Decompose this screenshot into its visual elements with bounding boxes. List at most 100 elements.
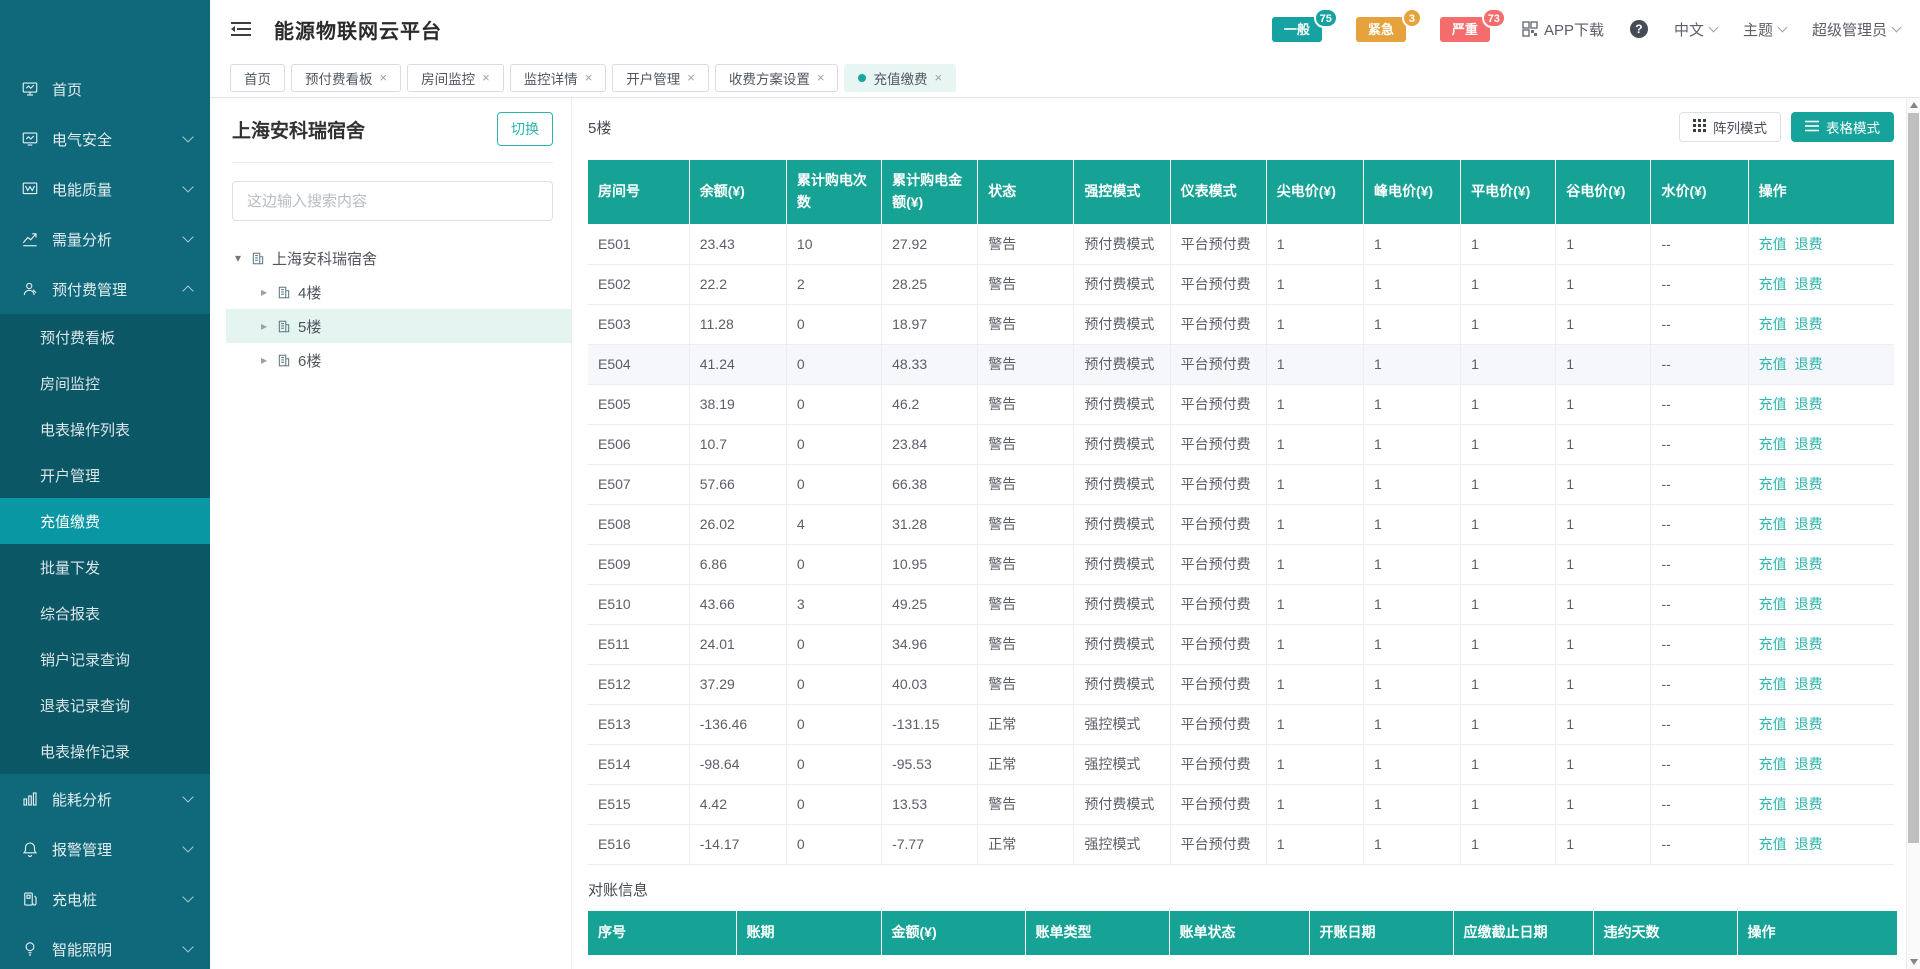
alarm-badge-urgent[interactable]: 紧急3	[1356, 17, 1406, 42]
recharge-link[interactable]: 充值	[1759, 836, 1787, 852]
cell-peak_price: 1	[1363, 344, 1460, 384]
tree-node-上海安科瑞宿舍[interactable]: ▾上海安科瑞宿舍	[226, 241, 571, 275]
recharge-link[interactable]: 充值	[1759, 796, 1787, 812]
sidebar-item-报警管理[interactable]: 报警管理	[0, 824, 210, 874]
refund-link[interactable]: 退费	[1795, 596, 1823, 612]
refund-link[interactable]: 退费	[1795, 716, 1823, 732]
sidebar-subitem-电表操作列表[interactable]: 电表操作列表	[0, 406, 210, 452]
tab-开户管理[interactable]: 开户管理×	[612, 64, 709, 92]
recharge-link[interactable]: 充值	[1759, 556, 1787, 572]
recharge-link[interactable]: 充值	[1759, 316, 1787, 332]
refund-link[interactable]: 退费	[1795, 276, 1823, 292]
sidebar-item-充电桩[interactable]: 充电桩	[0, 874, 210, 924]
sidebar-item-能耗分析[interactable]: 能耗分析	[0, 774, 210, 824]
refund-link[interactable]: 退费	[1795, 516, 1823, 532]
recharge-link[interactable]: 充值	[1759, 596, 1787, 612]
tab-预付费看板[interactable]: 预付费看板×	[291, 64, 401, 92]
sidebar-subitem-充值缴费[interactable]: 充值缴费	[0, 498, 210, 544]
sidebar-subitem-电表操作记录[interactable]: 电表操作记录	[0, 728, 210, 774]
switch-site-button[interactable]: 切换	[497, 112, 553, 146]
tree-node-4楼[interactable]: ▸4楼	[226, 275, 571, 309]
cell-balance: 22.2	[689, 264, 786, 304]
caret-right-icon[interactable]: ▸	[258, 319, 270, 333]
close-tab-icon[interactable]: ×	[934, 71, 942, 84]
sidebar-item-预付费管理[interactable]: 预付费管理	[0, 264, 210, 314]
scroll-down-arrow[interactable]	[1907, 955, 1920, 969]
sidebar-subitem-销户记录查询[interactable]: 销户记录查询	[0, 636, 210, 682]
sidebar-subitem-开户管理[interactable]: 开户管理	[0, 452, 210, 498]
close-tab-icon[interactable]: ×	[585, 71, 593, 84]
tab-监控详情[interactable]: 监控详情×	[510, 64, 607, 92]
sidebar-item-电气安全[interactable]: 电气安全	[0, 114, 210, 164]
refund-link[interactable]: 退费	[1795, 636, 1823, 652]
refund-link[interactable]: 退费	[1795, 396, 1823, 412]
help-icon[interactable]: ?	[1630, 20, 1648, 38]
recharge-link[interactable]: 充值	[1759, 716, 1787, 732]
sidebar-item-首页[interactable]: 首页	[0, 64, 210, 114]
cell-valley_price: 1	[1556, 664, 1651, 704]
close-tab-icon[interactable]: ×	[687, 71, 695, 84]
sidebar-item-需量分析[interactable]: 需量分析	[0, 214, 210, 264]
recharge-link[interactable]: 充值	[1759, 676, 1787, 692]
recharge-link[interactable]: 充值	[1759, 516, 1787, 532]
tree-search-input[interactable]	[232, 181, 553, 221]
user-menu[interactable]: 超级管理员	[1812, 19, 1900, 40]
refund-link[interactable]: 退费	[1795, 756, 1823, 772]
tree-node-5楼[interactable]: ▸5楼	[226, 309, 571, 343]
recharge-link[interactable]: 充值	[1759, 756, 1787, 772]
recharge-link[interactable]: 充值	[1759, 276, 1787, 292]
tab-首页[interactable]: 首页	[230, 64, 285, 92]
refund-link[interactable]: 退费	[1795, 356, 1823, 372]
tab-房间监控[interactable]: 房间监控×	[407, 64, 504, 92]
refund-link[interactable]: 退费	[1795, 796, 1823, 812]
collapse-menu-icon[interactable]	[230, 20, 252, 38]
recharge-link[interactable]: 充值	[1759, 396, 1787, 412]
language-selector[interactable]: 中文	[1674, 19, 1717, 40]
caret-right-icon[interactable]: ▸	[258, 285, 270, 299]
recharge-link[interactable]: 充值	[1759, 476, 1787, 492]
recharge-link[interactable]: 充值	[1759, 436, 1787, 452]
scrollbar-thumb[interactable]	[1908, 113, 1919, 843]
tab-label: 充值缴费	[873, 68, 927, 88]
caret-down-icon[interactable]: ▾	[232, 251, 244, 265]
close-tab-icon[interactable]: ×	[482, 71, 490, 84]
grid-mode-button[interactable]: 阵列模式	[1679, 112, 1781, 142]
alarm-badge-general[interactable]: 一般75	[1272, 17, 1322, 42]
cell-status: 警告	[978, 544, 1074, 584]
sidebar-item-智能照明[interactable]: 智能照明	[0, 924, 210, 969]
refund-link[interactable]: 退费	[1795, 676, 1823, 692]
alarm-badge-critical[interactable]: 严重73	[1440, 17, 1490, 42]
sidebar-subitem-房间监控[interactable]: 房间监控	[0, 360, 210, 406]
cell-control_mode: 预付费模式	[1074, 344, 1170, 384]
refund-link[interactable]: 退费	[1795, 476, 1823, 492]
tab-充值缴费[interactable]: 充值缴费 ×	[844, 64, 956, 92]
scroll-up-arrow[interactable]	[1907, 98, 1920, 112]
close-tab-icon[interactable]: ×	[817, 71, 825, 84]
close-tab-icon[interactable]: ×	[380, 71, 388, 84]
tree-node-6楼[interactable]: ▸6楼	[226, 343, 571, 377]
refund-link[interactable]: 退费	[1795, 316, 1823, 332]
sidebar-subitem-综合报表[interactable]: 综合报表	[0, 590, 210, 636]
recharge-link[interactable]: 充值	[1759, 236, 1787, 252]
cell-purchase_amount: 18.97	[882, 304, 978, 344]
theme-selector[interactable]: 主题	[1743, 19, 1786, 40]
recharge-link[interactable]: 充值	[1759, 636, 1787, 652]
sidebar-item-电能质量[interactable]: 电能质量	[0, 164, 210, 214]
cell-balance: 4.42	[689, 784, 786, 824]
sidebar-subitem-批量下发[interactable]: 批量下发	[0, 544, 210, 590]
table-mode-button[interactable]: 表格模式	[1791, 112, 1894, 142]
refund-link[interactable]: 退费	[1795, 836, 1823, 852]
tab-收费方案设置[interactable]: 收费方案设置×	[715, 64, 839, 92]
cell-meter_mode: 平台预付费	[1170, 224, 1266, 264]
cell-balance: 24.01	[689, 624, 786, 664]
refund-link[interactable]: 退费	[1795, 436, 1823, 452]
cell-valley_price: 1	[1556, 344, 1651, 384]
cell-valley_price: 1	[1556, 224, 1651, 264]
sidebar-subitem-预付费看板[interactable]: 预付费看板	[0, 314, 210, 360]
app-download-button[interactable]: APP下载	[1522, 19, 1604, 40]
sidebar-subitem-退表记录查询[interactable]: 退表记录查询	[0, 682, 210, 728]
caret-right-icon[interactable]: ▸	[258, 353, 270, 367]
recharge-link[interactable]: 充值	[1759, 356, 1787, 372]
refund-link[interactable]: 退费	[1795, 556, 1823, 572]
refund-link[interactable]: 退费	[1795, 236, 1823, 252]
